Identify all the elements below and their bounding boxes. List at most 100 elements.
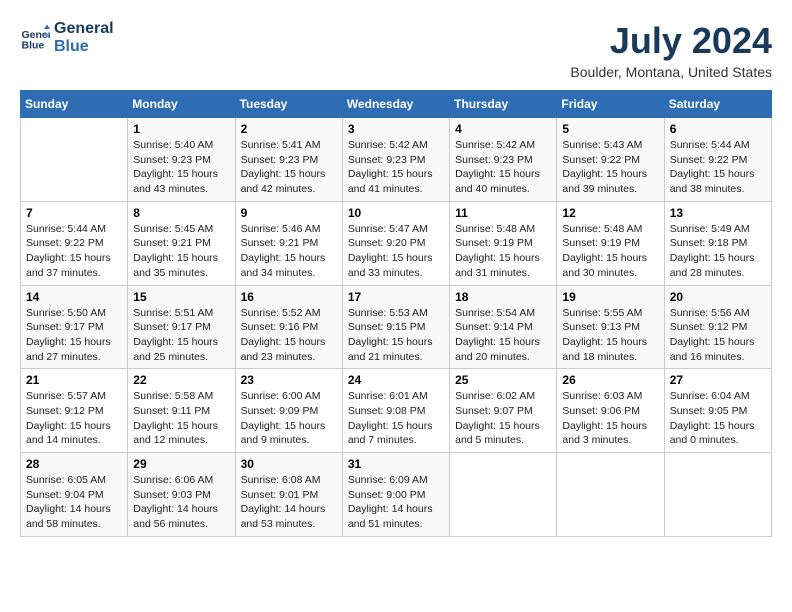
day-cell <box>664 453 771 537</box>
week-row-4: 21 Sunrise: 5:57 AM Sunset: 9:12 PM Dayli… <box>21 369 772 453</box>
day-cell: 15 Sunrise: 5:51 AM Sunset: 9:17 PM Dayli… <box>128 285 235 369</box>
day-number: 22 <box>133 373 229 387</box>
day-number: 13 <box>670 206 766 220</box>
day-cell: 8 Sunrise: 5:45 AM Sunset: 9:21 PM Daylig… <box>128 201 235 285</box>
logo-blue: Blue <box>54 38 114 56</box>
day-number: 25 <box>455 373 551 387</box>
day-info: Sunrise: 5:58 AM Sunset: 9:11 PM Dayligh… <box>133 389 229 448</box>
day-info: Sunrise: 6:05 AM Sunset: 9:04 PM Dayligh… <box>26 473 122 532</box>
day-number: 7 <box>26 206 122 220</box>
month-year: July 2024 <box>570 20 772 62</box>
logo: General Blue General Blue <box>20 20 114 56</box>
day-info: Sunrise: 6:02 AM Sunset: 9:07 PM Dayligh… <box>455 389 551 448</box>
day-cell <box>557 453 664 537</box>
day-info: Sunrise: 5:56 AM Sunset: 9:12 PM Dayligh… <box>670 306 766 365</box>
day-cell: 18Sunrise: 5:54 AM Sunset: 9:14 PM Dayli… <box>450 285 557 369</box>
day-cell: 30 Sunrise: 6:08 AM Sunset: 9:01 PM Dayli… <box>235 453 342 537</box>
day-info: Sunrise: 5:45 AM Sunset: 9:21 PM Dayligh… <box>133 222 229 281</box>
day-cell: 12 Sunrise: 5:48 AM Sunset: 9:19 PM Dayli… <box>557 201 664 285</box>
day-cell: 17 Sunrise: 5:53 AM Sunset: 9:15 PM Dayli… <box>342 285 449 369</box>
svg-text:Blue: Blue <box>22 40 45 52</box>
day-cell: 5 Sunrise: 5:43 AM Sunset: 9:22 PM Daylig… <box>557 118 664 202</box>
day-cell: 21 Sunrise: 5:57 AM Sunset: 9:12 PM Dayli… <box>21 369 128 453</box>
calendar-header-row: SundayMondayTuesdayWednesdayThursdayFrid… <box>21 91 772 118</box>
day-info: Sunrise: 6:09 AM Sunset: 9:00 PM Dayligh… <box>348 473 444 532</box>
day-number: 31 <box>348 457 444 471</box>
day-number: 17 <box>348 290 444 304</box>
day-cell: 11 Sunrise: 5:48 AM Sunset: 9:19 PM Dayli… <box>450 201 557 285</box>
header-cell-saturday: Saturday <box>664 91 771 118</box>
day-info: Sunrise: 5:49 AM Sunset: 9:18 PM Dayligh… <box>670 222 766 281</box>
day-number: 27 <box>670 373 766 387</box>
day-number: 9 <box>241 206 337 220</box>
week-row-1: 1Sunrise: 5:40 AM Sunset: 9:23 PM Daylig… <box>21 118 772 202</box>
day-number: 6 <box>670 122 766 136</box>
day-info: Sunrise: 5:43 AM Sunset: 9:22 PM Dayligh… <box>562 138 658 197</box>
day-number: 28 <box>26 457 122 471</box>
day-number: 5 <box>562 122 658 136</box>
day-info: Sunrise: 6:06 AM Sunset: 9:03 PM Dayligh… <box>133 473 229 532</box>
day-number: 18 <box>455 290 551 304</box>
day-info: Sunrise: 5:52 AM Sunset: 9:16 PM Dayligh… <box>241 306 337 365</box>
week-row-2: 7 Sunrise: 5:44 AM Sunset: 9:22 PM Daylig… <box>21 201 772 285</box>
day-number: 20 <box>670 290 766 304</box>
day-number: 19 <box>562 290 658 304</box>
day-info: Sunrise: 6:01 AM Sunset: 9:08 PM Dayligh… <box>348 389 444 448</box>
day-cell: 13 Sunrise: 5:49 AM Sunset: 9:18 PM Dayli… <box>664 201 771 285</box>
day-info: Sunrise: 5:44 AM Sunset: 9:22 PM Dayligh… <box>26 222 122 281</box>
day-info: Sunrise: 6:03 AM Sunset: 9:06 PM Dayligh… <box>562 389 658 448</box>
day-info: Sunrise: 5:48 AM Sunset: 9:19 PM Dayligh… <box>562 222 658 281</box>
header-cell-monday: Monday <box>128 91 235 118</box>
day-info: Sunrise: 5:42 AM Sunset: 9:23 PM Dayligh… <box>348 138 444 197</box>
page-header: General Blue General Blue July 2024 Boul… <box>20 20 772 80</box>
day-cell: 27 Sunrise: 6:04 AM Sunset: 9:05 PM Dayli… <box>664 369 771 453</box>
day-number: 1 <box>133 122 229 136</box>
title-block: July 2024 Boulder, Montana, United State… <box>570 20 772 80</box>
header-cell-tuesday: Tuesday <box>235 91 342 118</box>
day-cell: 10Sunrise: 5:47 AM Sunset: 9:20 PM Dayli… <box>342 201 449 285</box>
day-info: Sunrise: 5:44 AM Sunset: 9:22 PM Dayligh… <box>670 138 766 197</box>
day-info: Sunrise: 5:46 AM Sunset: 9:21 PM Dayligh… <box>241 222 337 281</box>
day-info: Sunrise: 5:53 AM Sunset: 9:15 PM Dayligh… <box>348 306 444 365</box>
day-cell: 29 Sunrise: 6:06 AM Sunset: 9:03 PM Dayli… <box>128 453 235 537</box>
day-cell: 2Sunrise: 5:41 AM Sunset: 9:23 PM Daylig… <box>235 118 342 202</box>
day-number: 2 <box>241 122 337 136</box>
day-number: 16 <box>241 290 337 304</box>
week-row-3: 14Sunrise: 5:50 AM Sunset: 9:17 PM Dayli… <box>21 285 772 369</box>
day-number: 29 <box>133 457 229 471</box>
day-cell: 25 Sunrise: 6:02 AM Sunset: 9:07 PM Dayli… <box>450 369 557 453</box>
day-cell: 16 Sunrise: 5:52 AM Sunset: 9:16 PM Dayli… <box>235 285 342 369</box>
day-number: 26 <box>562 373 658 387</box>
day-info: Sunrise: 5:57 AM Sunset: 9:12 PM Dayligh… <box>26 389 122 448</box>
header-cell-wednesday: Wednesday <box>342 91 449 118</box>
day-info: Sunrise: 5:47 AM Sunset: 9:20 PM Dayligh… <box>348 222 444 281</box>
day-number: 11 <box>455 206 551 220</box>
day-info: Sunrise: 5:55 AM Sunset: 9:13 PM Dayligh… <box>562 306 658 365</box>
day-info: Sunrise: 5:48 AM Sunset: 9:19 PM Dayligh… <box>455 222 551 281</box>
day-number: 15 <box>133 290 229 304</box>
header-cell-friday: Friday <box>557 91 664 118</box>
day-number: 8 <box>133 206 229 220</box>
day-info: Sunrise: 6:08 AM Sunset: 9:01 PM Dayligh… <box>241 473 337 532</box>
day-cell: 19 Sunrise: 5:55 AM Sunset: 9:13 PM Dayli… <box>557 285 664 369</box>
day-number: 4 <box>455 122 551 136</box>
day-info: Sunrise: 6:04 AM Sunset: 9:05 PM Dayligh… <box>670 389 766 448</box>
day-info: Sunrise: 5:50 AM Sunset: 9:17 PM Dayligh… <box>26 306 122 365</box>
day-info: Sunrise: 6:00 AM Sunset: 9:09 PM Dayligh… <box>241 389 337 448</box>
day-cell: 14Sunrise: 5:50 AM Sunset: 9:17 PM Dayli… <box>21 285 128 369</box>
day-number: 3 <box>348 122 444 136</box>
day-cell <box>450 453 557 537</box>
day-cell: 6 Sunrise: 5:44 AM Sunset: 9:22 PM Daylig… <box>664 118 771 202</box>
header-cell-thursday: Thursday <box>450 91 557 118</box>
day-cell: 9 Sunrise: 5:46 AM Sunset: 9:21 PM Daylig… <box>235 201 342 285</box>
day-cell: 23Sunrise: 6:00 AM Sunset: 9:09 PM Dayli… <box>235 369 342 453</box>
day-number: 30 <box>241 457 337 471</box>
logo-general: General <box>54 20 114 38</box>
day-cell: 24Sunrise: 6:01 AM Sunset: 9:08 PM Dayli… <box>342 369 449 453</box>
day-number: 12 <box>562 206 658 220</box>
day-number: 21 <box>26 373 122 387</box>
day-cell <box>21 118 128 202</box>
day-cell: 26 Sunrise: 6:03 AM Sunset: 9:06 PM Dayli… <box>557 369 664 453</box>
day-info: Sunrise: 5:51 AM Sunset: 9:17 PM Dayligh… <box>133 306 229 365</box>
day-cell: 7 Sunrise: 5:44 AM Sunset: 9:22 PM Daylig… <box>21 201 128 285</box>
